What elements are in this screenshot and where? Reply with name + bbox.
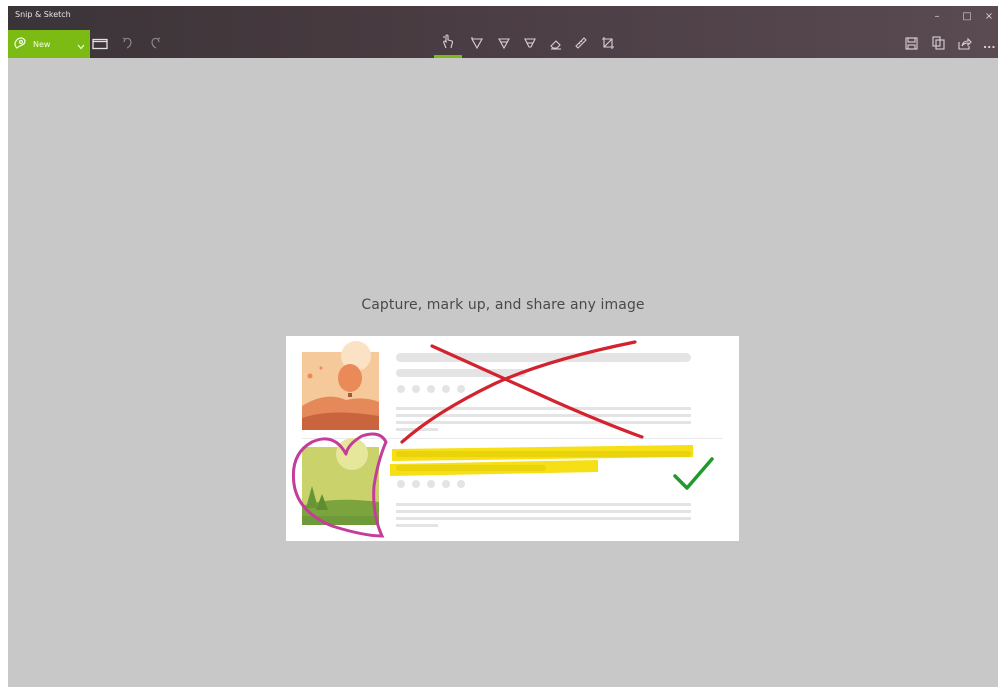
canvas-area: Capture, mark up, and share any image [8, 58, 998, 687]
pencil-button[interactable] [494, 34, 514, 54]
new-snip-label: New [33, 39, 51, 49]
app-title: Snip & Sketch [15, 10, 71, 19]
ballpoint-pen-button[interactable] [467, 34, 487, 54]
eraser-button[interactable] [546, 34, 566, 54]
pencil-icon [498, 35, 510, 54]
chevron-down-icon [77, 35, 85, 54]
save-icon [904, 35, 918, 54]
touch-writing-icon [441, 34, 455, 54]
crop-icon [601, 35, 615, 54]
title-bar: Snip & Sketch – □ × New ... [8, 6, 998, 58]
touch-writing-button[interactable] [438, 34, 458, 54]
empty-state-illustration [286, 336, 739, 541]
share-button[interactable] [955, 34, 975, 54]
save-button[interactable] [901, 34, 921, 54]
more-options-button[interactable]: ... [983, 34, 998, 54]
close-button[interactable]: × [980, 8, 998, 26]
highlighter-button[interactable] [520, 34, 540, 54]
eraser-icon [549, 35, 563, 54]
minimize-button[interactable]: – [922, 8, 952, 26]
ruler-icon [574, 35, 588, 54]
maximize-button[interactable]: □ [952, 8, 982, 26]
app-window: Snip & Sketch – □ × New ... Capture, mar… [8, 6, 998, 687]
more-icon: ... [983, 37, 996, 51]
share-icon [958, 35, 972, 54]
new-snip-button[interactable]: New [8, 30, 90, 58]
redo-icon [148, 35, 162, 54]
new-snip-dropdown[interactable] [72, 30, 90, 58]
crop-button[interactable] [598, 34, 618, 54]
open-folder-icon [92, 35, 108, 54]
empty-state-caption: Capture, mark up, and share any image [361, 297, 645, 313]
landscape-thumbnail [302, 438, 379, 525]
copy-icon [931, 35, 945, 54]
new-snip-icon [13, 35, 27, 54]
new-snip-main[interactable]: New [8, 30, 72, 58]
undo-icon [121, 35, 135, 54]
ruler-button[interactable] [571, 34, 591, 54]
balloon-thumbnail [302, 341, 379, 430]
highlighter-icon [524, 35, 536, 54]
ballpoint-pen-icon [471, 35, 483, 54]
redo-button[interactable] [145, 34, 165, 54]
copy-button[interactable] [928, 34, 948, 54]
open-file-button[interactable] [90, 34, 110, 54]
undo-button[interactable] [118, 34, 138, 54]
